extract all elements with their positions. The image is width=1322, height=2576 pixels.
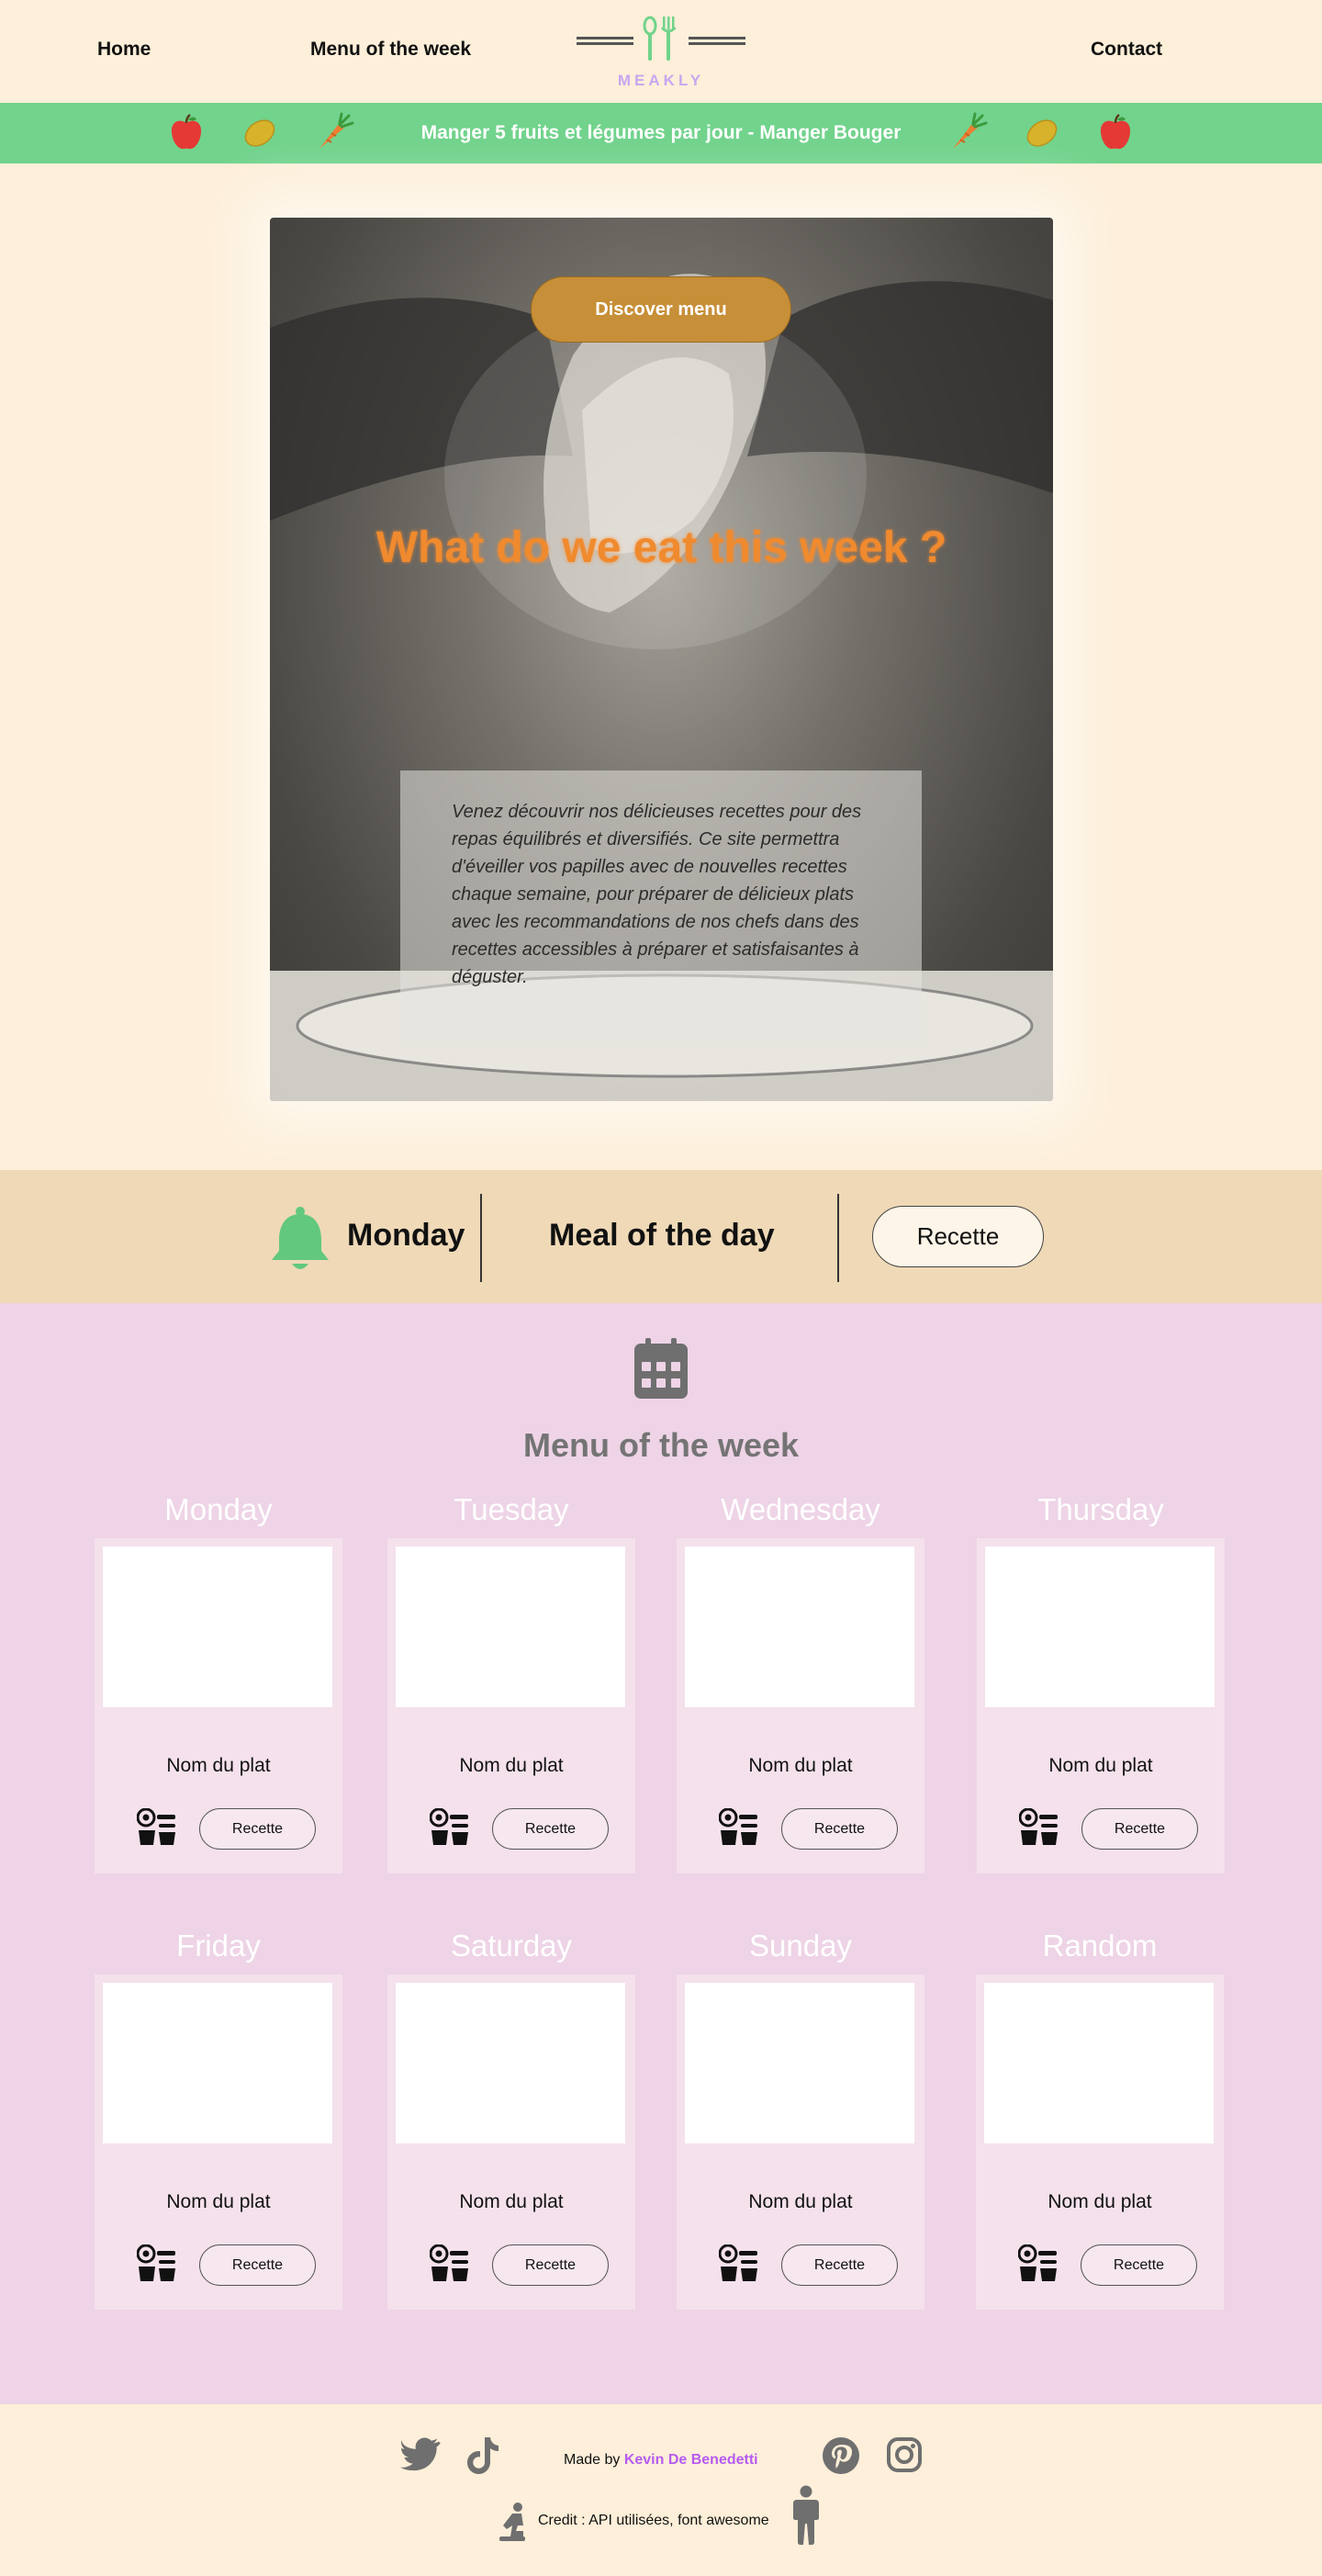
dish-image — [396, 1983, 625, 2143]
recipe-button[interactable]: Recette — [781, 2244, 898, 2286]
recipe-button[interactable]: Recette — [492, 2244, 609, 2286]
bell-icon — [272, 1207, 329, 1269]
dish-name: Nom du plat — [166, 2191, 271, 2212]
menu-of-the-week-section: Menu of the week Monday Nom du plat Rece… — [0, 1303, 1322, 2404]
logo-text: MEAKLY — [617, 72, 705, 89]
dish-image — [985, 1547, 1215, 1707]
today-day-label: Monday — [347, 1218, 465, 1253]
hero-description-box: Venez découvrir nos délicieuses recettes… — [400, 771, 922, 1046]
nav-contact-link[interactable]: Contact — [1091, 39, 1162, 61]
fork-spoon-icon — [577, 16, 745, 61]
kitchen-tools-icon — [430, 1808, 468, 1845]
dish-image — [685, 1547, 914, 1707]
menu-card-tuesday: Nom du plat Recette — [387, 1538, 635, 1873]
credit-text: Credit : API utilisées, font awesome — [538, 2513, 769, 2528]
dish-name: Nom du plat — [748, 1755, 853, 1776]
dish-image — [685, 1983, 914, 2143]
kitchen-tools-icon — [719, 2244, 757, 2281]
author-name[interactable]: Kevin De Benedetti — [624, 2452, 758, 2468]
divider — [837, 1194, 839, 1282]
made-by-text: Made by Kevin De Benedetti — [564, 2452, 758, 2469]
calendar-icon — [634, 1338, 688, 1399]
kitchen-tools-icon — [430, 2244, 468, 2281]
dish-image — [103, 1547, 332, 1707]
kneeling-person-icon — [499, 2503, 525, 2541]
health-banner: Manger 5 fruits et légumes par jour - Ma… — [0, 103, 1322, 163]
day-label-saturday: Saturday — [450, 1929, 573, 1963]
site-header: Home Menu of the week MEAKLY Contact — [0, 0, 1322, 103]
day-label-wednesday: Wednesday — [721, 1492, 880, 1526]
hero-title: What do we eat this week ? — [375, 523, 947, 572]
tiktok-icon[interactable] — [466, 2437, 499, 2474]
divider — [480, 1194, 482, 1282]
dish-name: Nom du plat — [1048, 2191, 1152, 2212]
recipe-button[interactable]: Recette — [199, 1808, 316, 1850]
day-label-thursday: Thursday — [1037, 1492, 1164, 1526]
day-label-friday: Friday — [176, 1929, 261, 1963]
logo[interactable]: MEAKLY — [577, 15, 745, 94]
site-footer: Made by Kevin De Benedetti Credit : API … — [0, 2404, 1322, 2576]
menu-card-saturday: Nom du plat Recette — [387, 1974, 635, 2310]
kitchen-tools-icon — [1018, 2244, 1057, 2281]
hero-section: Discover menu What do we eat this week ?… — [270, 218, 1053, 1101]
hero-description: Venez découvrir nos délicieuses recettes… — [452, 802, 862, 987]
kitchen-tools-icon — [137, 2244, 175, 2281]
nav-home-link[interactable]: Home — [97, 39, 151, 61]
lemon-icon — [1026, 119, 1058, 147]
standing-person-icon — [793, 2485, 819, 2545]
day-label-random: Random — [1042, 1929, 1158, 1963]
pinterest-icon[interactable] — [823, 2437, 859, 2474]
carrot-icon — [953, 112, 988, 149]
discover-menu-button[interactable]: Discover menu — [531, 276, 791, 343]
meal-of-the-day-bar: Monday Meal of the day Recette — [0, 1170, 1322, 1303]
dish-name: Nom du plat — [459, 2191, 564, 2212]
day-label-monday: Monday — [164, 1492, 273, 1526]
menu-card-monday: Nom du plat Recette — [95, 1538, 342, 1873]
today-recipe-button[interactable]: Recette — [872, 1206, 1044, 1267]
menu-card-friday: Nom du plat Recette — [95, 1974, 342, 2310]
day-label-sunday: Sunday — [749, 1929, 852, 1963]
recipe-button[interactable]: Recette — [781, 1808, 898, 1850]
dish-image — [103, 1983, 332, 2143]
instagram-icon[interactable] — [887, 2437, 922, 2472]
meal-of-the-day-label: Meal of the day — [549, 1218, 775, 1253]
dish-name: Nom du plat — [459, 1755, 564, 1776]
recipe-button[interactable]: Recette — [1081, 2244, 1197, 2286]
recipe-button[interactable]: Recette — [492, 1808, 609, 1850]
kitchen-tools-icon — [1019, 1808, 1058, 1845]
twitter-icon[interactable] — [400, 2437, 441, 2472]
menu-card-sunday: Nom du plat Recette — [677, 1974, 924, 2310]
dish-image — [984, 1983, 1214, 2143]
made-by-prefix: Made by — [564, 2452, 624, 2468]
menu-card-wednesday: Nom du plat Recette — [677, 1538, 924, 1873]
dish-name: Nom du plat — [166, 1755, 271, 1776]
apple-icon — [1100, 114, 1131, 150]
menu-title: Menu of the week — [522, 1426, 800, 1464]
kitchen-tools-icon — [719, 1808, 757, 1845]
day-label-tuesday: Tuesday — [454, 1492, 569, 1526]
dish-image — [396, 1547, 625, 1707]
nav-menu-of-week-link[interactable]: Menu of the week — [310, 39, 471, 61]
kitchen-tools-icon — [137, 1808, 175, 1845]
recipe-button[interactable]: Recette — [1081, 1808, 1198, 1850]
dish-name: Nom du plat — [1048, 1755, 1153, 1776]
menu-card-random: Nom du plat Recette — [976, 1974, 1224, 2310]
recipe-button[interactable]: Recette — [199, 2244, 316, 2286]
menu-card-thursday: Nom du plat Recette — [977, 1538, 1225, 1873]
dish-name: Nom du plat — [748, 2191, 853, 2212]
